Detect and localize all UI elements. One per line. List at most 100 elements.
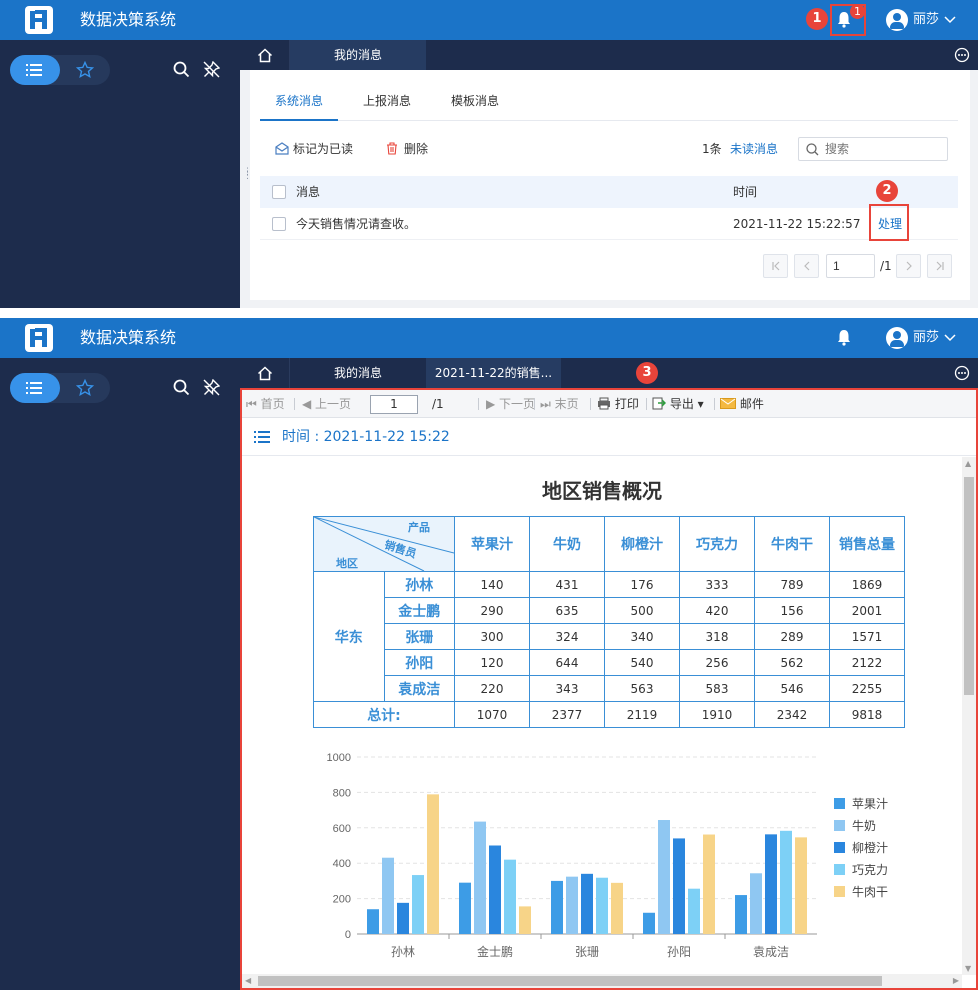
mark-read-button[interactable]: 标记为已读 bbox=[275, 140, 353, 158]
report-page-input[interactable]: 1 bbox=[370, 395, 418, 414]
unread-filter-link[interactable]: 未读消息 bbox=[730, 140, 778, 158]
search-input[interactable] bbox=[825, 140, 943, 158]
next-page-label: 下一页 bbox=[499, 397, 536, 411]
next-page-button[interactable] bbox=[896, 254, 921, 278]
report-viewer: ⏮ 首页 ◀ 上一页 1 /1 ▶ 下一页 ⏭ 末页 打印 导出 ▾ 邮件 时间… bbox=[240, 388, 978, 990]
legend-label: 苹果汁 bbox=[852, 797, 888, 811]
home-tab[interactable] bbox=[240, 40, 290, 70]
last-page-button[interactable]: ⏭ 末页 bbox=[540, 390, 579, 418]
bar bbox=[581, 873, 593, 934]
tab-my-messages[interactable]: 我的消息 bbox=[290, 358, 426, 388]
notification-bell-icon[interactable] bbox=[836, 328, 856, 348]
row-checkbox[interactable] bbox=[272, 217, 286, 231]
toolbar-divider bbox=[590, 398, 591, 410]
select-all-checkbox[interactable] bbox=[272, 185, 286, 199]
directory-list-button[interactable] bbox=[10, 373, 60, 403]
message-search-box[interactable] bbox=[798, 137, 948, 161]
legend-swatch bbox=[834, 864, 845, 875]
list-icon bbox=[26, 382, 42, 394]
total-label-cell: 总计: bbox=[313, 701, 455, 728]
message-card: 系统消息 上报消息 模板消息 标记为已读 删除 1条 未读消息 消息 时间 今天… bbox=[250, 70, 970, 300]
sidebar-search-icon[interactable] bbox=[173, 379, 190, 396]
user-avatar[interactable] bbox=[886, 327, 908, 349]
scroll-up-icon[interactable]: ▲ bbox=[965, 459, 971, 468]
delete-label: 删除 bbox=[404, 142, 429, 156]
bar bbox=[367, 909, 379, 934]
sidebar-search-icon[interactable] bbox=[173, 61, 190, 78]
legend-label: 牛肉干 bbox=[852, 884, 888, 899]
toolbar-divider bbox=[646, 398, 647, 410]
value-cell: 563 bbox=[604, 675, 680, 702]
first-page-button[interactable]: ⏮ 首页 bbox=[246, 390, 285, 418]
tab-my-messages[interactable]: 我的消息 bbox=[290, 40, 426, 70]
username-label[interactable]: 丽莎 bbox=[913, 318, 939, 358]
column-header: 牛奶 bbox=[529, 516, 605, 572]
scroll-right-icon[interactable]: ▶ bbox=[953, 976, 959, 985]
value-cell: 300 bbox=[454, 623, 530, 650]
subtab-reported-messages[interactable]: 上报消息 bbox=[363, 90, 411, 121]
notification-bell-icon[interactable]: 1 bbox=[836, 4, 865, 30]
bar bbox=[397, 902, 409, 934]
user-avatar[interactable] bbox=[886, 9, 908, 31]
mail-button[interactable]: 邮件 bbox=[720, 390, 764, 418]
top-header: 数据决策系统 丽莎 bbox=[0, 318, 978, 358]
x-tick-label: 孙阳 bbox=[667, 945, 691, 959]
app-logo bbox=[25, 324, 53, 352]
bar bbox=[566, 876, 578, 934]
username-label[interactable]: 丽莎 bbox=[913, 0, 939, 40]
export-label: 导出 bbox=[669, 397, 694, 411]
vertical-scrollbar[interactable]: ▲ ▼ bbox=[962, 457, 976, 975]
bar bbox=[658, 820, 670, 934]
more-options-icon[interactable] bbox=[954, 365, 970, 381]
first-page-button[interactable] bbox=[763, 254, 788, 278]
last-page-button[interactable] bbox=[927, 254, 952, 278]
corner-label-region: 地区 bbox=[336, 557, 358, 570]
bar bbox=[765, 834, 777, 934]
page-number-input[interactable]: 1 bbox=[826, 254, 875, 278]
directory-list-button[interactable] bbox=[10, 55, 60, 85]
export-button[interactable]: 导出 ▾ bbox=[652, 390, 704, 418]
message-subtabs: 系统消息 上报消息 模板消息 bbox=[260, 90, 958, 121]
chevron-down-icon[interactable] bbox=[944, 331, 956, 343]
favorites-star-icon[interactable] bbox=[76, 61, 94, 79]
favorites-star-icon[interactable] bbox=[76, 379, 94, 397]
horizontal-scroll-thumb[interactable] bbox=[258, 976, 882, 986]
subtab-template-messages[interactable]: 模板消息 bbox=[451, 90, 499, 121]
sidebar-pin-icon[interactable] bbox=[203, 61, 220, 78]
column-header: 巧克力 bbox=[679, 516, 755, 572]
value-cell: 644 bbox=[529, 649, 605, 676]
chevron-right-icon bbox=[906, 261, 912, 271]
chevron-down-icon[interactable] bbox=[944, 13, 956, 25]
horizontal-scrollbar[interactable]: ◀ ▶ bbox=[242, 974, 962, 988]
sidebar-mode-switch bbox=[10, 55, 110, 85]
home-tab[interactable] bbox=[240, 358, 290, 388]
print-button[interactable]: 打印 bbox=[597, 390, 639, 418]
home-icon bbox=[257, 366, 273, 381]
bar bbox=[596, 877, 608, 934]
delete-button[interactable]: 删除 bbox=[386, 140, 428, 158]
sidebar-pin-icon[interactable] bbox=[203, 379, 220, 396]
tab-sales-report[interactable]: 2021-11-22的销售... bbox=[426, 358, 561, 388]
prev-page-button[interactable] bbox=[794, 254, 819, 278]
column-header: 苹果汁 bbox=[454, 516, 530, 572]
report-page: 地区销售概况 产品 销售员 地区 苹果汁 牛奶 柳橙汁 巧克力 牛肉干 销售总量… bbox=[242, 457, 962, 975]
prev-page-button[interactable]: ◀ 上一页 bbox=[302, 390, 351, 418]
scroll-left-icon[interactable]: ◀ bbox=[245, 976, 251, 985]
home-icon bbox=[257, 48, 273, 63]
value-cell: 290 bbox=[454, 597, 530, 624]
value-cell: 500 bbox=[604, 597, 680, 624]
subtab-system-messages[interactable]: 系统消息 bbox=[260, 90, 339, 121]
scroll-down-icon[interactable]: ▼ bbox=[965, 964, 971, 973]
more-options-icon[interactable] bbox=[954, 47, 970, 63]
vertical-scroll-thumb[interactable] bbox=[964, 477, 974, 695]
salesperson-cell: 金士鹏 bbox=[383, 597, 455, 624]
bar bbox=[427, 794, 439, 934]
next-page-button[interactable]: ▶ 下一页 bbox=[486, 390, 535, 418]
value-cell: 156 bbox=[754, 597, 830, 624]
resize-handle-icon[interactable]: ⋮⋮ bbox=[243, 168, 252, 182]
value-cell: 562 bbox=[754, 649, 830, 676]
message-center-panel: 数据决策系统 1 1 丽莎 我的消息 ⋮ ⋮ 系统消息 上报消息 模板消息 标记… bbox=[0, 0, 978, 308]
legend-label: 巧克力 bbox=[852, 863, 888, 877]
legend-label: 柳橙汁 bbox=[852, 840, 888, 855]
legend-swatch bbox=[834, 820, 845, 831]
